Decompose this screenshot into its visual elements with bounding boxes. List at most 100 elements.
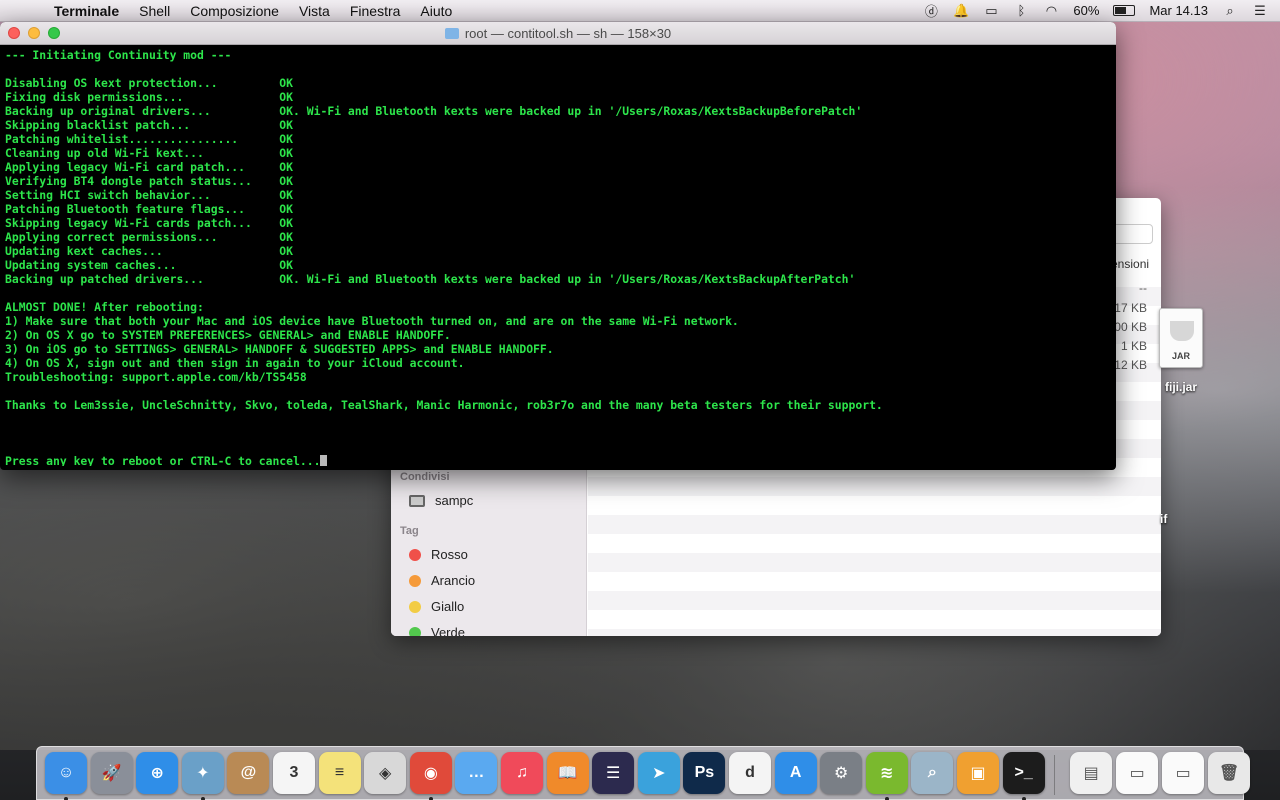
sidebar-item-tag-arancio[interactable]: Arancio: [409, 573, 475, 588]
sidebar-item-label: Giallo: [431, 599, 465, 614]
terminal-window[interactable]: root — contitool.sh — sh — 158×30 --- In…: [0, 22, 1116, 470]
itunes-icon[interactable]: ♫: [501, 752, 543, 794]
sidebar-item-label: Rosso: [431, 547, 468, 562]
file-size: --: [1139, 281, 1147, 295]
menu-composizione[interactable]: Composizione: [180, 3, 289, 19]
file-list-row[interactable]: [588, 572, 1161, 591]
system-preferences-icon[interactable]: ⚙: [820, 752, 863, 794]
sidebar-heading-shared: Condivisi: [400, 471, 450, 483]
calendar-icon[interactable]: 3: [273, 752, 315, 794]
sidebar-item-label: Arancio: [431, 573, 476, 588]
terminal-line: Backing up patched drivers... OK. Wi-Fi …: [5, 272, 856, 286]
terminal-icon[interactable]: >_: [1002, 752, 1045, 794]
telegram-icon[interactable]: ➤: [637, 752, 680, 794]
folder-icon: [444, 27, 459, 39]
terminal-output[interactable]: --- Initiating Continuity mod --- Disabli…: [5, 48, 1111, 466]
preview-icon[interactable]: ✦: [181, 752, 224, 794]
dock-separator: [1054, 755, 1056, 795]
tag-dot-icon: [409, 626, 421, 636]
eclipse-icon[interactable]: ☰: [592, 752, 635, 794]
desktop-file-fiji-jar[interactable]: JAR fiji.jar: [1156, 308, 1206, 394]
jar-file-icon: JAR: [1159, 308, 1203, 368]
terminal-line: Disabling OS kext protection... OK: [5, 76, 294, 90]
dock: ☺ 🚀 ⊕ ✦ @3 ≡ ◈ ◉… ♫ 📖 ☰ ➤ Ps d A ⚙ ≋ ⌕ ▣ >_ ▤ ▭ ▭ 🗑: [36, 746, 1251, 800]
file-list-row[interactable]: [588, 515, 1161, 534]
launchpad-icon[interactable]: 🚀: [90, 752, 133, 794]
file-list-row[interactable]: [588, 553, 1161, 572]
file-list-row[interactable]: [588, 629, 1161, 636]
terminal-line: Patching Bluetooth feature flags... OK: [5, 202, 294, 216]
sidebar-item-tag-giallo[interactable]: Giallo: [409, 599, 464, 614]
finder-search-input[interactable]: [1111, 224, 1153, 244]
finder-icon[interactable]: ☺: [45, 752, 87, 794]
terminal-title: root — contitool.sh — sh — 158×30: [464, 25, 672, 41]
image-capture-icon[interactable]: ⌕: [911, 752, 954, 794]
terminal-line: 2) On OS X go to SYSTEM PREFERENCES> GEN…: [5, 328, 451, 342]
messages-icon[interactable]: …: [455, 752, 498, 794]
file-list-row[interactable]: [588, 477, 1161, 496]
menu-aiuto[interactable]: Aiuto: [410, 3, 462, 19]
sidebar-item-tag-verde[interactable]: Verde: [409, 625, 465, 636]
file-badge: JAR: [1171, 351, 1190, 361]
clock[interactable]: Mar 14.13: [1149, 3, 1208, 18]
desktop-icon-label-partial[interactable]: if: [1160, 512, 1167, 526]
photos-icon[interactable]: ◈: [364, 752, 407, 794]
sidebar-item-sampc[interactable]: sampc: [409, 493, 473, 508]
spotlight-icon[interactable]: ⌕: [1222, 3, 1238, 18]
battery-percent[interactable]: 60%: [1073, 3, 1099, 18]
file-list-row[interactable]: [588, 610, 1161, 629]
dashlane-icon[interactable]: d: [729, 752, 771, 794]
minimize-button[interactable]: [28, 27, 40, 39]
d-icon[interactable]: ⓓ: [923, 4, 939, 19]
chrome-icon[interactable]: ◉: [409, 752, 452, 794]
file-list-row[interactable]: [588, 496, 1161, 515]
photoshop-icon[interactable]: Ps: [683, 752, 726, 794]
terminal-line: Setting HCI switch behavior... OK: [5, 188, 294, 202]
terminal-line: Updating kext caches... OK: [5, 244, 294, 258]
chrome-window-thumbnail-icon[interactable]: ▭: [1162, 752, 1205, 794]
app-menu[interactable]: Terminale: [44, 3, 129, 19]
terminal-line: ALMOST DONE! After rebooting:: [5, 300, 204, 314]
file-list-row[interactable]: [588, 534, 1161, 553]
safari-icon[interactable]: ⊕: [136, 752, 179, 794]
bluetooth-icon[interactable]: ᛒ: [1013, 3, 1029, 18]
notification-center-icon[interactable]: ☰: [1252, 3, 1268, 18]
computer-icon: [409, 494, 425, 507]
remote-desktop-icon[interactable]: ▣: [957, 752, 999, 794]
menu-vista[interactable]: Vista: [289, 3, 340, 19]
terminal-line: Patching whitelist................ OK: [5, 132, 294, 146]
terminal-line: 3) On iOS go to SETTINGS> GENERAL> HANDO…: [5, 342, 554, 356]
ibooks-icon[interactable]: 📖: [546, 752, 589, 794]
tag-dot-icon: [409, 548, 421, 561]
terminal-line: Troubleshooting: support.apple.com/kb/TS…: [5, 370, 307, 384]
menu-finestra[interactable]: Finestra: [340, 3, 411, 19]
window-thumbnail-icon[interactable]: ▭: [1116, 752, 1159, 794]
notes-icon[interactable]: ≡: [318, 752, 361, 794]
contacts-icon[interactable]: @: [227, 752, 270, 794]
zoom-button[interactable]: [48, 27, 60, 39]
menu-shell[interactable]: Shell: [129, 3, 180, 19]
terminal-line: Backing up original drivers... OK. Wi-Fi…: [5, 104, 863, 118]
file-list-row[interactable]: [588, 591, 1161, 610]
notification-icon[interactable]: 🔔: [953, 3, 969, 18]
trash-icon[interactable]: 🗑: [1208, 752, 1251, 794]
terminal-cursor: [320, 455, 328, 466]
terminal-titlebar[interactable]: root — contitool.sh — sh — 158×30: [0, 22, 1116, 45]
document-stack-icon[interactable]: ▤: [1070, 752, 1113, 794]
spotify-icon[interactable]: ≋: [865, 752, 908, 794]
appstore-icon[interactable]: A: [774, 752, 817, 794]
terminal-line: Thanks to Lem3ssie, UncleSchnitty, Skvo,…: [5, 398, 883, 412]
terminal-line: Updating system caches... OK: [5, 258, 294, 272]
sidebar-item-label: sampc: [435, 493, 474, 508]
battery-icon[interactable]: [1113, 5, 1136, 16]
status-area: ⓓ 🔔 ▭ ᛒ ◠ 60% Mar 14.13 ⌕ ☰: [923, 3, 1280, 20]
column-header-size[interactable]: ensioni: [1111, 257, 1149, 271]
sidebar-item-tag-rosso[interactable]: Rosso: [409, 547, 468, 562]
wifi-icon[interactable]: ◠: [1043, 3, 1059, 18]
close-button[interactable]: [8, 27, 20, 39]
tag-dot-icon: [409, 600, 421, 613]
airplay-icon[interactable]: ▭: [983, 3, 999, 18]
terminal-line: 1) Make sure that both your Mac and iOS …: [5, 314, 739, 328]
